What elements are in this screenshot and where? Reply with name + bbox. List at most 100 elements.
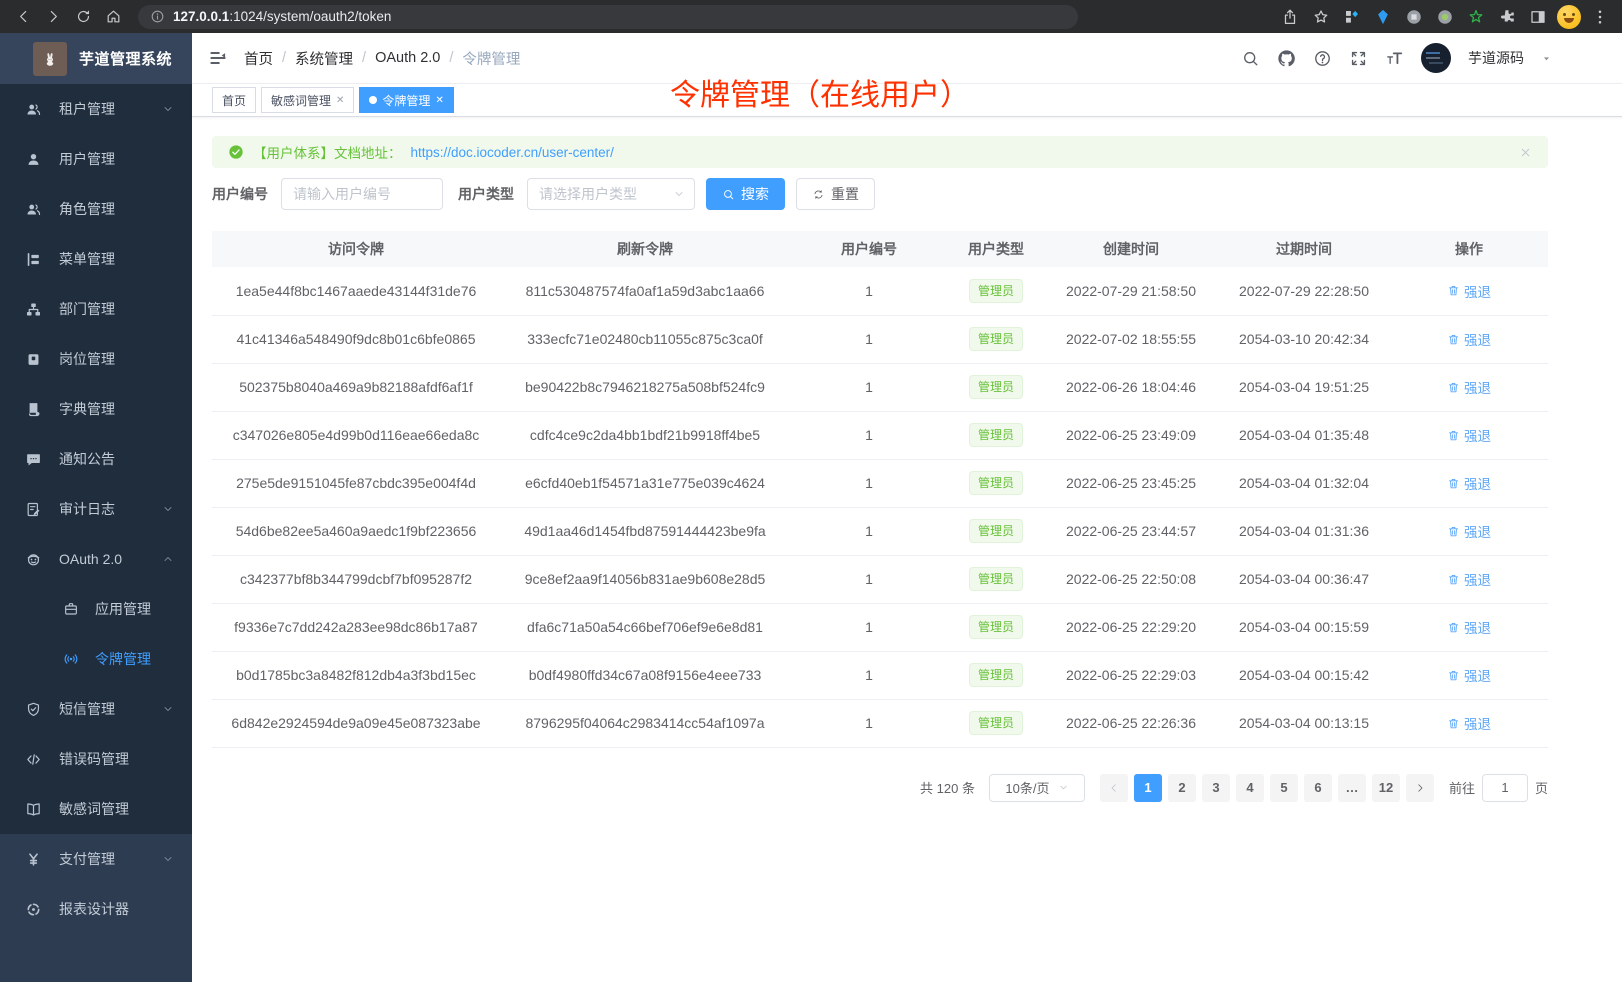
ext-circle1-icon[interactable] xyxy=(1402,5,1426,29)
force-logout-button[interactable]: 强退 xyxy=(1447,569,1491,589)
user-id-cell: 1 xyxy=(790,267,948,315)
sidebar-item-OAuth 2.0[interactable]: OAuth 2.0 xyxy=(0,534,192,584)
page-button-1[interactable]: 1 xyxy=(1134,774,1162,802)
ext-grid-icon[interactable] xyxy=(1340,5,1364,29)
breadcrumb-item[interactable]: 首页 xyxy=(244,48,273,69)
font-size-icon[interactable] xyxy=(1385,49,1404,68)
table-row: c347026e805e4d99b0d116eae66eda8ccdfc4ce9… xyxy=(212,411,1548,459)
refresh-token-cell: e6cfd40eb1f54571a31e775e039c4624 xyxy=(500,459,790,507)
sidebar-item-审计日志[interactable]: 审计日志 xyxy=(0,484,192,534)
force-logout-button[interactable]: 强退 xyxy=(1447,521,1491,541)
page-button-12[interactable]: 12 xyxy=(1372,774,1400,802)
share-icon[interactable] xyxy=(1278,5,1302,29)
sidebar-item-岗位管理[interactable]: 岗位管理 xyxy=(0,334,192,384)
page-button-2[interactable]: 2 xyxy=(1168,774,1196,802)
goto-page-input[interactable] xyxy=(1482,774,1528,802)
chevron-down-icon xyxy=(162,703,174,715)
sidebar-item-菜单管理[interactable]: 菜单管理 xyxy=(0,234,192,284)
browser-forward-icon[interactable] xyxy=(40,4,66,30)
star-icon[interactable] xyxy=(1309,5,1333,29)
table-header-row: 访问令牌刷新令牌用户编号用户类型创建时间过期时间操作 xyxy=(212,231,1548,267)
ext-circle2-icon[interactable] xyxy=(1433,5,1457,29)
sidebar-item-错误码管理[interactable]: 错误码管理 xyxy=(0,734,192,784)
doc-link[interactable]: https://doc.iocoder.cn/user-center/ xyxy=(411,145,614,160)
sidebar-item-通知公告[interactable]: 通知公告 xyxy=(0,434,192,484)
sidebar-item-敏感词管理[interactable]: 敏感词管理 xyxy=(0,784,192,834)
browser-profile-avatar[interactable] xyxy=(1557,5,1581,29)
browser-reload-icon[interactable] xyxy=(70,4,96,30)
page-button-3[interactable]: 3 xyxy=(1202,774,1230,802)
force-logout-button[interactable]: 强退 xyxy=(1447,665,1491,685)
collapse-sidebar-icon[interactable] xyxy=(208,48,238,68)
tag-close-icon[interactable]: ✕ xyxy=(336,95,344,106)
search-icon[interactable] xyxy=(1241,49,1260,68)
sidebar-item-label: 错误码管理 xyxy=(59,749,129,769)
create-time-cell: 2022-06-25 23:45:25 xyxy=(1044,459,1218,507)
sidebar-item-令牌管理[interactable]: 令牌管理 xyxy=(0,634,192,684)
page-size-select[interactable]: 10条/页 xyxy=(989,774,1085,802)
tag-label: 令牌管理 xyxy=(382,92,430,109)
force-logout-button[interactable]: 强退 xyxy=(1447,473,1491,493)
sidebar-item-部门管理[interactable]: 部门管理 xyxy=(0,284,192,334)
user-id-cell: 1 xyxy=(790,363,948,411)
force-logout-button[interactable]: 强退 xyxy=(1447,377,1491,397)
tag-敏感词管理[interactable]: 敏感词管理✕ xyxy=(261,87,354,113)
alert-close-icon[interactable] xyxy=(1519,146,1532,159)
star-green-icon[interactable] xyxy=(1464,5,1488,29)
sidebar-item-租户管理[interactable]: 租户管理 xyxy=(0,84,192,134)
reset-button[interactable]: 重置 xyxy=(796,178,875,210)
force-logout-button[interactable]: 强退 xyxy=(1447,713,1491,733)
refresh-token-cell: cdfc4ce9c2da4bb1bdf21b9918ff4be5 xyxy=(500,411,790,459)
sidebar-item-支付管理[interactable]: 支付管理 xyxy=(0,834,192,884)
breadcrumb-item[interactable]: OAuth 2.0 xyxy=(375,50,440,66)
trash-icon xyxy=(1447,429,1460,442)
sidebar-item-短信管理[interactable]: 短信管理 xyxy=(0,684,192,734)
browser-back-icon[interactable] xyxy=(10,4,36,30)
user-id-input[interactable] xyxy=(281,178,443,210)
action-cell: 强退 xyxy=(1390,651,1548,699)
next-page-button[interactable] xyxy=(1406,774,1434,802)
tag-令牌管理[interactable]: 令牌管理 ✕ xyxy=(359,87,453,113)
user-id-cell: 1 xyxy=(790,603,948,651)
force-logout-button[interactable]: 强退 xyxy=(1447,617,1491,637)
prev-page-button[interactable] xyxy=(1100,774,1128,802)
sidebar-item-label: 部门管理 xyxy=(59,299,115,319)
kebab-icon[interactable] xyxy=(1588,5,1612,29)
help-icon[interactable] xyxy=(1313,49,1332,68)
github-icon[interactable] xyxy=(1277,49,1296,68)
tag-close-icon[interactable]: ✕ xyxy=(435,95,443,106)
breadcrumb-item[interactable]: 系统管理 xyxy=(295,48,353,69)
app-icon xyxy=(62,601,80,617)
app-logo[interactable]: 芋道管理系统 xyxy=(0,33,192,84)
pager-ellipsis[interactable]: … xyxy=(1338,774,1366,802)
force-logout-button[interactable]: 强退 xyxy=(1447,281,1491,301)
sidebar-item-label: 用户管理 xyxy=(59,149,115,169)
table-row: 1ea5e44f8bc1467aaede43144f31de76811c5304… xyxy=(212,267,1548,315)
sidebar-item-应用管理[interactable]: 应用管理 xyxy=(0,584,192,634)
sidebar-item-label: 报表设计器 xyxy=(59,899,129,919)
tag-首页[interactable]: 首页 xyxy=(212,87,256,113)
page-button-4[interactable]: 4 xyxy=(1236,774,1264,802)
sidebar-item-字典管理[interactable]: 字典管理 xyxy=(0,384,192,434)
user-avatar[interactable] xyxy=(1421,43,1451,73)
search-button[interactable]: 搜索 xyxy=(706,178,785,210)
gem-icon[interactable] xyxy=(1371,5,1395,29)
user-menu-caret-icon[interactable] xyxy=(1541,53,1552,64)
success-check-icon xyxy=(228,144,244,160)
page-button-6[interactable]: 6 xyxy=(1304,774,1332,802)
browser-home-icon[interactable] xyxy=(100,4,126,30)
sidebar-item-角色管理[interactable]: 角色管理 xyxy=(0,184,192,234)
address-bar[interactable]: 127.0.0.1:1024/system/oauth2/token xyxy=(138,5,1078,29)
sidebar-square-icon[interactable] xyxy=(1526,5,1550,29)
site-info-icon[interactable] xyxy=(150,9,165,24)
tree-icon xyxy=(24,301,42,318)
sidebar-item-用户管理[interactable]: 用户管理 xyxy=(0,134,192,184)
sidebar-item-报表设计器[interactable]: 报表设计器 xyxy=(0,884,192,934)
username[interactable]: 芋道源码 xyxy=(1468,48,1524,68)
force-logout-button[interactable]: 强退 xyxy=(1447,329,1491,349)
user-type-select[interactable]: 请选择用户类型 xyxy=(527,178,695,210)
fullscreen-icon[interactable] xyxy=(1349,49,1368,68)
puzzle-icon[interactable] xyxy=(1495,5,1519,29)
force-logout-button[interactable]: 强退 xyxy=(1447,425,1491,445)
page-button-5[interactable]: 5 xyxy=(1270,774,1298,802)
